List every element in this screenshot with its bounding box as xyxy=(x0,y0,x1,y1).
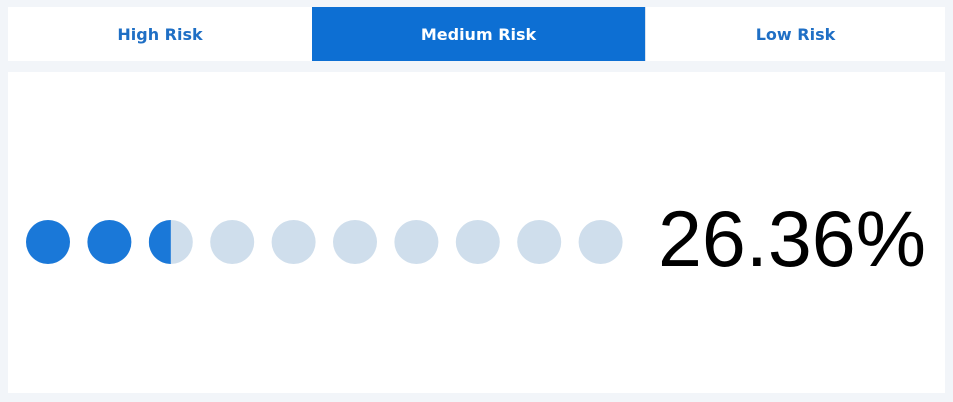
risk-tabs: High Risk Medium Risk Low Risk xyxy=(8,7,945,61)
tab-high-risk[interactable]: High Risk xyxy=(8,7,312,61)
risk-dot-filled xyxy=(87,220,132,264)
risk-dot-empty xyxy=(210,220,255,264)
risk-dot-empty xyxy=(333,220,377,264)
risk-dot-partial xyxy=(148,220,193,264)
risk-dot-empty xyxy=(517,220,562,264)
risk-dot-empty xyxy=(271,220,316,264)
risk-percentage: 26.36% xyxy=(658,193,926,283)
risk-dot-filled xyxy=(26,220,70,264)
risk-panel: 26.36% xyxy=(8,72,945,393)
risk-dot-empty xyxy=(455,220,500,264)
tab-medium-risk[interactable]: Medium Risk xyxy=(312,7,646,61)
risk-dot-empty xyxy=(578,220,623,264)
risk-dot-empty xyxy=(394,220,439,264)
tab-low-risk[interactable]: Low Risk xyxy=(646,7,945,61)
risk-dot-indicator xyxy=(26,220,623,264)
